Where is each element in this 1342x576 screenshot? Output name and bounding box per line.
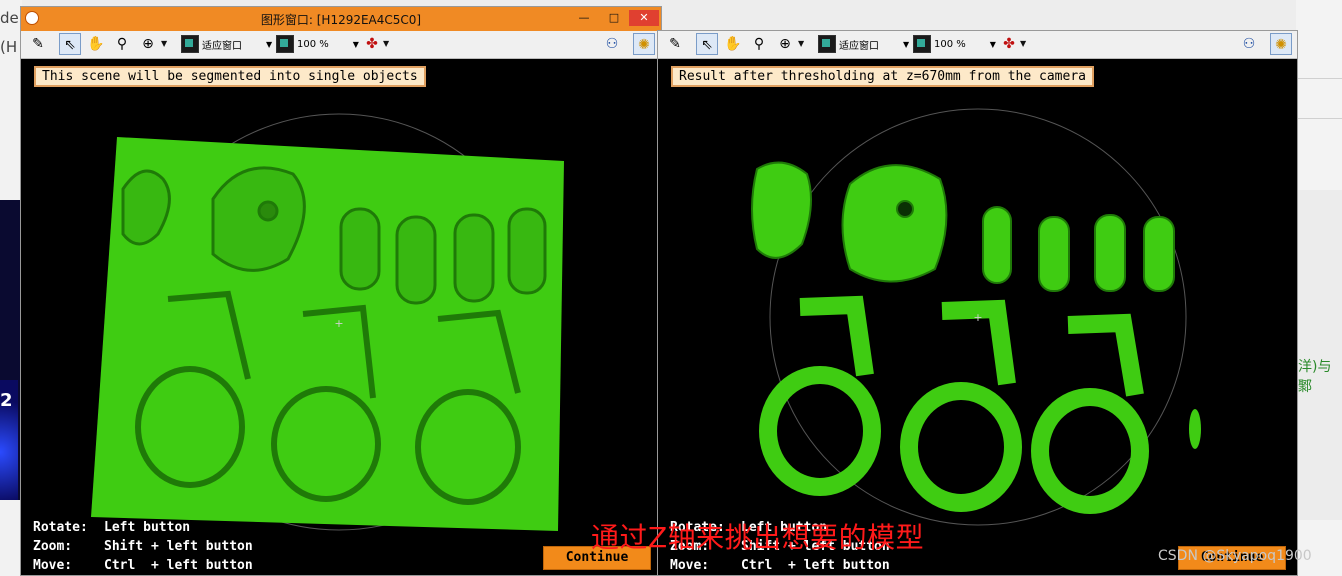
blob-object — [211, 166, 306, 272]
help-row-zoom: Zoom: Shift + left button — [33, 539, 253, 554]
fit-window-icon — [818, 35, 836, 53]
toolbar: ✎ ⇖ ✋ ⚲ ⊕ ▼ 适应窗口 ▼ 100 % ▼ ✤ ▼ ⚇ ✺ — [658, 31, 1297, 59]
draw-tool-icon[interactable]: ✎ — [664, 33, 686, 55]
graphics-canvas[interactable]: + This scene will be segmented into sing… — [23, 59, 659, 575]
ring-objects — [759, 295, 1149, 514]
ring-object — [759, 366, 881, 496]
capsule-object — [1094, 214, 1126, 292]
zoom-in-icon[interactable]: ⊕ — [774, 33, 796, 55]
chevron-down-icon: ▼ — [352, 39, 359, 49]
capsule-object — [1143, 216, 1175, 292]
chevron-down-icon: ▼ — [989, 39, 996, 49]
status-message: This scene will be segmented into single… — [34, 66, 426, 87]
palette-dropdown-arrow-icon[interactable]: ▼ — [1020, 34, 1026, 54]
zoom-level-label: 100 % — [297, 38, 329, 50]
select-cursor-icon[interactable]: ⇖ — [696, 33, 718, 55]
color-palette-icon[interactable]: ✤ — [361, 33, 383, 55]
capsule-object — [507, 207, 547, 295]
background-left-panel — [0, 0, 22, 576]
fit-window-label: 适应窗口 — [839, 40, 879, 52]
close-button[interactable]: ✕ — [629, 10, 659, 26]
fit-window-select[interactable]: 适应窗口 ▼ — [181, 34, 272, 54]
zoom-dropdown-arrow-icon[interactable]: ▼ — [798, 34, 804, 54]
background-text: 洋)与鄹 — [1298, 359, 1332, 395]
background-divider — [1296, 78, 1342, 79]
watermark: CSDN @Skyapoq1900 — [1158, 548, 1312, 564]
zoom-in-icon[interactable]: ⊕ — [137, 33, 159, 55]
person-inspect-icon[interactable]: ⚇ — [1238, 33, 1260, 55]
ring-clip — [1067, 313, 1144, 397]
fit-window-select[interactable]: 适应窗口 ▼ — [818, 34, 909, 54]
toolbar: ✎ ⇖ ✋ ⚲ ⊕ ▼ 适应窗口 ▼ 100 % ▼ ✤ ▼ ⚇ ✺ — [21, 31, 661, 59]
mouse-help: Rotate: Left button Zoom: Shift + left but… — [33, 518, 253, 575]
select-cursor-icon[interactable]: ⇖ — [59, 33, 81, 55]
lightbulb-icon[interactable]: ✺ — [633, 33, 655, 55]
person-inspect-icon[interactable]: ⚇ — [601, 33, 623, 55]
capsule-object — [339, 207, 381, 291]
zoom-level-label: 100 % — [934, 38, 966, 50]
graphics-window-left: 图形窗口: [H1292EA4C5C0] — □ ✕ ✎ ⇖ ✋ ⚲ ⊕ ▼ 适… — [20, 6, 662, 576]
draw-tool-icon[interactable]: ✎ — [27, 33, 49, 55]
maximize-button[interactable]: □ — [601, 10, 627, 26]
blob-hole — [257, 200, 279, 222]
color-palette-icon[interactable]: ✤ — [998, 33, 1020, 55]
ring-object — [1031, 388, 1149, 514]
help-row-move: Move: Ctrl + left button — [33, 558, 253, 573]
capsule-object — [982, 206, 1012, 284]
thresholded-objects — [751, 161, 1175, 292]
scene-render: + — [91, 113, 564, 531]
chevron-down-icon: ▼ — [903, 39, 910, 49]
capsule-object — [453, 213, 495, 303]
background-right-panel — [1296, 0, 1342, 576]
scene-render: + — [751, 108, 1201, 526]
crosshair-icon: + — [334, 317, 343, 330]
graphics-window-right: ✎ ⇖ ✋ ⚲ ⊕ ▼ 适应窗口 ▼ 100 % ▼ ✤ ▼ ⚇ ✺ + Res… — [657, 30, 1298, 576]
capsule-object — [395, 215, 437, 305]
background-divider — [1296, 118, 1342, 119]
zoom-select[interactable]: 100 % ▼ — [276, 34, 359, 54]
partial-object — [1189, 409, 1201, 449]
window-titlebar[interactable]: 图形窗口: [H1292EA4C5C0] — □ ✕ — [21, 7, 661, 31]
zoom-dropdown-arrow-icon[interactable]: ▼ — [161, 34, 167, 54]
graphics-canvas[interactable]: + Result after thresholding at z=670mm f… — [660, 59, 1295, 575]
capsule-object — [1038, 216, 1070, 292]
fit-window-label: 适应窗口 — [202, 40, 242, 52]
ring-object — [900, 382, 1022, 512]
status-message: Result after thresholding at z=670mm fro… — [671, 66, 1094, 87]
blob-object — [841, 164, 948, 283]
pan-hand-icon[interactable]: ✋ — [85, 33, 107, 55]
crosshair-icon: + — [973, 311, 982, 324]
background-number: 2 — [0, 390, 13, 411]
pan-hand-icon[interactable]: ✋ — [722, 33, 744, 55]
ring-clip — [799, 295, 874, 377]
palette-dropdown-arrow-icon[interactable]: ▼ — [383, 34, 389, 54]
blob-object — [751, 161, 812, 259]
blob-hole — [896, 200, 914, 218]
overlay-caption: 通过Z轴来挑出想要的模型 — [591, 521, 925, 554]
window-title: 图形窗口: [H1292EA4C5C0] — [260, 13, 422, 27]
help-row-move: Move: Ctrl + left button — [670, 558, 890, 573]
zoom-select[interactable]: 100 % ▼ — [913, 34, 996, 54]
background-text: (H — [0, 38, 18, 56]
zoom-level-icon — [913, 35, 931, 53]
background-band — [1296, 190, 1342, 520]
chevron-down-icon: ▼ — [266, 39, 273, 49]
zoom-level-icon — [276, 35, 294, 53]
minimize-button[interactable]: — — [571, 10, 597, 26]
fit-window-icon — [181, 35, 199, 53]
background-text: de — [0, 9, 19, 27]
magnifier-icon[interactable]: ⚲ — [111, 33, 133, 55]
help-row-rotate: Rotate: Left button — [33, 520, 191, 535]
lightbulb-icon[interactable]: ✺ — [1270, 33, 1292, 55]
magnifier-icon[interactable]: ⚲ — [748, 33, 770, 55]
